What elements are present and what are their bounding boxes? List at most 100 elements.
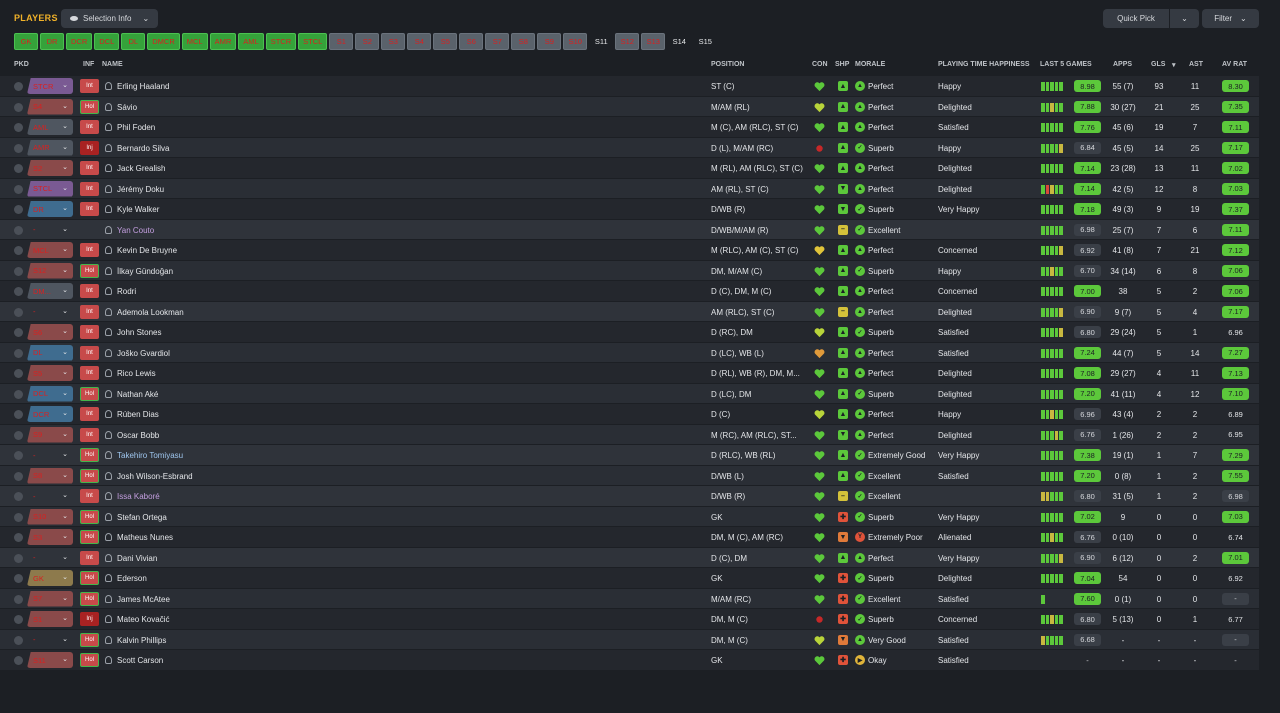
player-name-link[interactable]: Bernardo Silva (117, 144, 169, 153)
player-name-link[interactable]: Jérémy Doku (117, 185, 164, 194)
row-select-checkbox[interactable] (14, 164, 23, 173)
row-select-checkbox[interactable] (14, 184, 23, 194)
picked-position-dropdown[interactable]: - ⌄ (27, 447, 73, 463)
col-name[interactable]: NAME (102, 61, 123, 68)
picked-position-dropdown[interactable]: S8 ⌄ (27, 467, 73, 484)
row-select-checkbox[interactable] (14, 82, 23, 91)
position-chip[interactable]: AMR (209, 33, 237, 50)
row-select-checkbox[interactable] (14, 266, 23, 276)
picked-position-dropdown[interactable]: STCR ⌄ (27, 78, 73, 94)
player-name-link[interactable]: Scott Carson (117, 656, 163, 665)
table-row[interactable]: AMR ⌄ Inj Bernardo Silva D (L), M/AM (RC) ▲ ✓ S… (0, 137, 1259, 158)
picked-position-dropdown[interactable]: S12 ⌄ (27, 262, 73, 279)
picked-position-dropdown[interactable]: - ⌄ (27, 304, 73, 320)
table-row[interactable]: S3 ⌄ Hol Matheus Nunes DM, M (C), AM (RC) ▼ Y E… (0, 527, 1259, 548)
position-chip[interactable]: S10 (563, 33, 588, 50)
picked-position-dropdown[interactable]: - ⌄ (27, 550, 73, 566)
picked-position-dropdown[interactable]: DL ⌄ (27, 344, 73, 361)
table-row[interactable]: S1 ⌄ Inj Mateo Kovačić DM, M (C) ✚ ✓ Superb Conc… (0, 609, 1259, 630)
table-row[interactable]: MCL ⌄ Int Kevin De Bruyne M (RLC), AM (C), S… (0, 240, 1259, 261)
position-chip[interactable]: S4 (407, 33, 432, 50)
col-con[interactable]: CON (812, 61, 828, 68)
picked-position-dropdown[interactable]: AML ⌄ (27, 119, 73, 135)
player-name-link[interactable]: Ederson (117, 574, 147, 583)
col-playing-time[interactable]: PLAYING TIME HAPPINESS (938, 61, 1030, 68)
player-name-link[interactable]: Mateo Kovačić (117, 615, 169, 624)
picked-position-dropdown[interactable]: - ⌄ (27, 632, 73, 648)
row-select-checkbox[interactable] (14, 512, 23, 522)
position-chip[interactable]: MCL (181, 33, 208, 50)
table-row[interactable]: DR ⌄ Int Kyle Walker D/WB (R) ▼ ✓ Superb Very Ha… (0, 199, 1259, 220)
position-chip[interactable]: S5 (433, 33, 458, 50)
table-row[interactable]: DCR ⌄ Int Rúben Dias D (C) ▲ ▲ Perfect Happy 6.96… (0, 404, 1259, 425)
player-name-link[interactable]: Matheus Nunes (117, 533, 173, 542)
position-chip[interactable]: S12 (615, 33, 640, 50)
row-select-checkbox[interactable] (14, 225, 23, 235)
position-chip[interactable]: S1 (329, 33, 354, 50)
table-row[interactable]: S8 ⌄ Hol Josh Wilson-Esbrand D/WB (L) ▲ ✓ Excel… (0, 465, 1259, 486)
table-row[interactable]: S12 ⌄ Hol İlkay Gündoğan DM, M/AM (C) ▲ ✓ Super… (0, 260, 1259, 281)
table-row[interactable]: - ⌄ Int Issa Kaboré D/WB (R) – ✓ Excellent 6.80 3… (0, 486, 1259, 507)
position-chip[interactable]: DMCR (147, 33, 180, 50)
player-name-link[interactable]: Oscar Bobb (117, 431, 159, 440)
col-gls[interactable]: GLS (1151, 61, 1165, 68)
table-row[interactable]: AML ⌄ Int Phil Foden M (C), AM (RLC), ST (C)… (0, 117, 1259, 138)
table-row[interactable]: S2 ⌄ Int Jack Grealish M (RL), AM (RLC), ST … (0, 158, 1259, 179)
quick-pick-dropdown-button[interactable]: ⌄ (1170, 9, 1199, 28)
quick-pick-button[interactable]: Quick Pick (1103, 9, 1169, 28)
picked-position-dropdown[interactable]: S11 ⌄ (27, 652, 73, 668)
row-select-checkbox[interactable] (14, 205, 23, 214)
player-name-link[interactable]: Joško Gvardiol (117, 349, 170, 358)
player-name-link[interactable]: Yan Couto (117, 226, 154, 235)
player-name-link[interactable]: James McAtee (117, 595, 170, 604)
row-select-checkbox[interactable] (14, 635, 23, 645)
position-chip[interactable]: S13 (641, 33, 666, 50)
position-chip[interactable]: S14 (667, 33, 692, 50)
selection-info-button[interactable]: Selection Info ⌄ (61, 9, 158, 28)
table-row[interactable]: - ⌄ Int Ademola Lookman AM (RLC), ST (C) – ▲ Pe… (0, 301, 1259, 322)
picked-position-dropdown[interactable]: S5 ⌄ (27, 365, 73, 381)
row-select-checkbox[interactable] (14, 533, 23, 542)
row-select-checkbox[interactable] (14, 287, 23, 296)
row-select-checkbox[interactable] (14, 307, 23, 317)
position-chip[interactable]: DCR (66, 33, 93, 50)
position-chip[interactable]: S8 (511, 33, 536, 50)
table-row[interactable]: STCL ⌄ Int Jérémy Doku AM (RL), ST (C) ▼ ▲ Perf… (0, 178, 1259, 199)
position-chip[interactable]: STCL (298, 33, 328, 50)
table-row[interactable]: S9 ⌄ Int Oscar Bobb M (RC), AM (RLC), ST... ▼… (0, 424, 1259, 445)
player-name-link[interactable]: Stefan Ortega (117, 513, 167, 522)
picked-position-dropdown[interactable]: STCL ⌄ (27, 180, 73, 197)
row-select-checkbox[interactable] (14, 348, 23, 358)
picked-position-dropdown[interactable]: S2 ⌄ (27, 160, 73, 176)
col-last5[interactable]: LAST 5 GAMES (1040, 61, 1092, 68)
player-name-link[interactable]: Nathan Aké (117, 390, 158, 399)
table-row[interactable]: S6 ⌄ Int John Stones D (RC), DM ▲ ✓ Superb Satis… (0, 322, 1259, 343)
position-chip[interactable]: S6 (459, 33, 484, 50)
table-row[interactable]: S5 ⌄ Int Rico Lewis D (RL), WB (R), DM, M...… (0, 363, 1259, 384)
position-chip[interactable]: S9 (537, 33, 562, 50)
table-row[interactable]: S7 ⌄ Hol James McAtee M/AM (RC) ✚ ✓ Excellent Sa… (0, 588, 1259, 609)
position-chip[interactable]: DCL (94, 33, 120, 50)
picked-position-dropdown[interactable]: - ⌄ (27, 222, 73, 238)
row-select-checkbox[interactable] (14, 123, 23, 132)
player-name-link[interactable]: Kalvin Phillips (117, 636, 166, 645)
player-name-link[interactable]: Sávio (117, 103, 137, 112)
row-select-checkbox[interactable] (14, 451, 23, 460)
col-position[interactable]: POSITION (711, 61, 744, 68)
player-name-link[interactable]: Rodri (117, 287, 136, 296)
player-name-link[interactable]: Kevin De Bruyne (117, 246, 177, 255)
table-row[interactable]: GK ⌄ Hol Ederson GK ✚ ✓ Superb Delighted 7.04 54 0 0… (0, 568, 1259, 589)
picked-position-dropdown[interactable]: DCL ⌄ (27, 385, 73, 402)
player-name-link[interactable]: Phil Foden (117, 123, 155, 132)
row-select-checkbox[interactable] (14, 389, 23, 399)
position-chip[interactable]: S11 (589, 33, 614, 50)
position-chip[interactable]: DR (40, 33, 64, 50)
table-row[interactable]: DCL ⌄ Hol Nathan Aké D (LC), DM ▲ ✓ Superb Delig… (0, 383, 1259, 404)
row-select-checkbox[interactable] (14, 143, 23, 153)
row-select-checkbox[interactable] (14, 410, 23, 419)
table-row[interactable]: S4 ⌄ Hol Sávio M/AM (RL) ▲ ▲ Perfect Delighted 7.… (0, 96, 1259, 117)
col-shp[interactable]: SHP (835, 61, 849, 68)
player-name-link[interactable]: Rúben Dias (117, 410, 159, 419)
player-name-link[interactable]: John Stones (117, 328, 161, 337)
filter-button[interactable]: Filter ⌄ (1202, 9, 1259, 28)
